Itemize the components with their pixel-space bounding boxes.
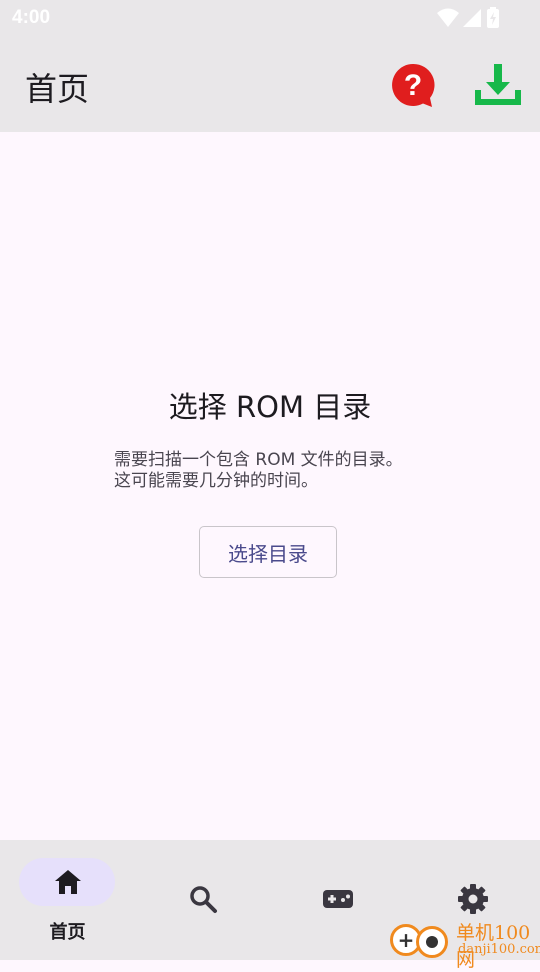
- choose-directory-button[interactable]: 选择目录: [199, 526, 337, 578]
- signal-icon: [463, 9, 481, 27]
- nav-item-games[interactable]: [270, 840, 405, 960]
- nav-item-home[interactable]: 首页: [0, 840, 135, 960]
- gamepad-icon: [322, 890, 353, 908]
- watermark-url: danji100.com: [458, 942, 540, 957]
- page-title: 首页: [25, 70, 90, 108]
- download-icon: [475, 64, 521, 105]
- nav-label-home: 首页: [49, 922, 86, 943]
- status-time: 4:00: [12, 7, 51, 28]
- search-icon: [189, 886, 217, 913]
- description-line-1: 需要扫描一个包含 ROM 文件的目录。: [114, 450, 403, 470]
- wifi-icon: [437, 8, 459, 27]
- battery-icon: [487, 7, 499, 28]
- watermark: + 单机100网 danji100.com: [390, 916, 540, 971]
- help-button[interactable]: ?: [390, 62, 436, 108]
- empty-state-description: 需要扫描一个包含 ROM 文件的目录。 这可能需要几分钟的时间。: [114, 450, 444, 492]
- download-button[interactable]: [474, 60, 522, 108]
- watermark-logo-dot: [416, 926, 448, 958]
- description-line-2: 这可能需要几分钟的时间。: [114, 471, 318, 491]
- svg-text:?: ?: [404, 69, 422, 102]
- home-icon: [54, 870, 81, 894]
- help-icon: ?: [392, 63, 435, 107]
- gear-icon: [457, 884, 488, 914]
- main-content: 选择 ROM 目录 需要扫描一个包含 ROM 文件的目录。 这可能需要几分钟的时…: [0, 132, 540, 840]
- app-bar: 首页 ?: [0, 36, 540, 132]
- status-bar: 4:00: [0, 0, 540, 36]
- nav-item-search[interactable]: [135, 840, 270, 960]
- status-icons: [436, 7, 500, 29]
- empty-state-title: 选择 ROM 目录: [168, 390, 372, 424]
